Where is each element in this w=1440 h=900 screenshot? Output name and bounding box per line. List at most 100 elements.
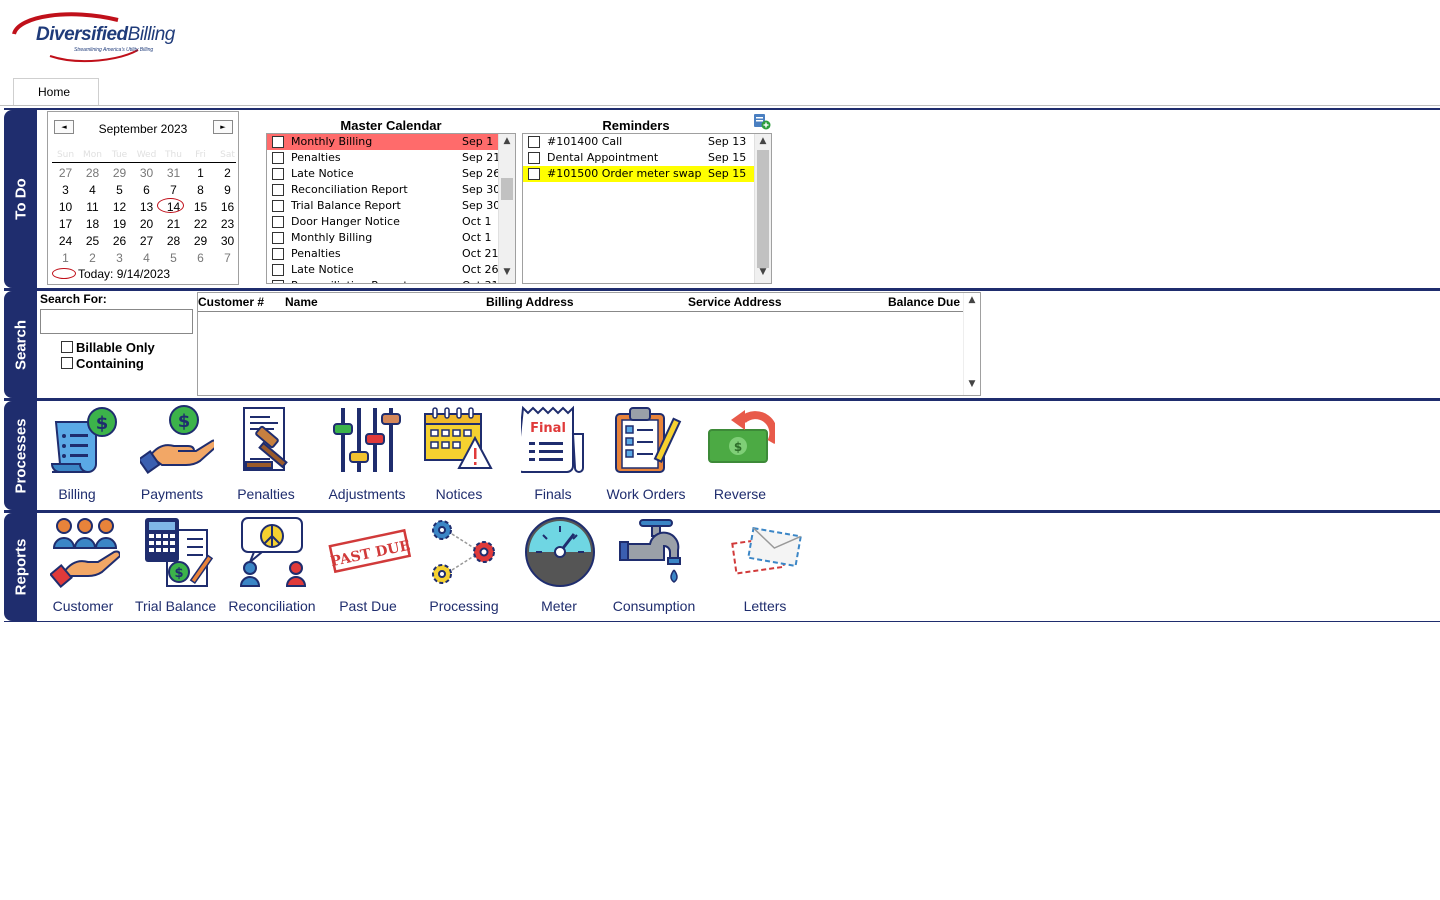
item-checkbox[interactable] — [272, 232, 284, 244]
item-checkbox[interactable] — [272, 216, 284, 228]
calendar-day[interactable]: 27 — [52, 166, 79, 180]
containing-checkbox[interactable]: Containing — [61, 356, 144, 371]
billable-only-checkbox[interactable]: Billable Only — [61, 340, 155, 355]
calendar-day[interactable]: 7 — [160, 183, 187, 197]
calendar-day[interactable]: 26 — [106, 234, 133, 248]
results-scrollbar[interactable]: ▲ ▼ — [963, 293, 980, 395]
notices-button[interactable]: Notices — [424, 404, 493, 504]
calendar-day[interactable]: 16 — [214, 200, 241, 214]
add-reminder-icon[interactable] — [753, 113, 771, 130]
item-checkbox[interactable] — [272, 168, 284, 180]
search-input[interactable] — [40, 309, 193, 334]
item-checkbox[interactable] — [272, 280, 284, 283]
checkbox-box[interactable] — [61, 357, 73, 369]
item-checkbox[interactable] — [528, 168, 540, 180]
calendar-day[interactable]: 31 — [160, 166, 187, 180]
reminder-item[interactable]: Dental Appointment Sep 15 — [523, 150, 755, 166]
reminders-scrollbar[interactable]: ▲ ▼ — [754, 134, 771, 283]
calendar-day[interactable]: 20 — [133, 217, 160, 231]
item-checkbox[interactable] — [272, 248, 284, 260]
column-header-service-address[interactable]: Service Address — [688, 295, 782, 309]
checkbox-box[interactable] — [61, 341, 73, 353]
reconciliation-button[interactable]: Reconciliation — [228, 516, 320, 616]
calendar-day[interactable]: 18 — [79, 217, 106, 231]
column-header-billing-address[interactable]: Billing Address — [486, 295, 574, 309]
calendar-day[interactable]: 8 — [187, 183, 214, 197]
reminder-item[interactable]: #101400 Call Sep 13 — [523, 134, 755, 150]
column-header-customer-number[interactable]: Customer # — [198, 295, 264, 309]
master-calendar-item[interactable]: Penalties Oct 21 — [267, 246, 499, 262]
calendar-day[interactable]: 22 — [187, 217, 214, 231]
calendar-day[interactable]: 3 — [52, 183, 79, 197]
customer-button[interactable]: Customer — [50, 516, 120, 616]
item-checkbox[interactable] — [272, 184, 284, 196]
item-checkbox[interactable] — [528, 152, 540, 164]
scroll-down-icon[interactable]: ▼ — [964, 379, 980, 393]
processing-button[interactable]: Processing — [428, 516, 500, 616]
calendar-day[interactable]: 24 — [52, 234, 79, 248]
scroll-up-icon[interactable]: ▲ — [499, 136, 515, 150]
billing-button[interactable]: $ Billing — [46, 404, 117, 504]
payments-button[interactable]: $ Payments — [140, 404, 214, 504]
calendar-day[interactable]: 21 — [160, 217, 187, 231]
calendar-day[interactable]: 5 — [106, 183, 133, 197]
calendar-day[interactable]: 28 — [79, 166, 106, 180]
penalties-button[interactable]: Penalties — [236, 404, 296, 504]
calendar-day[interactable]: 3 — [106, 251, 133, 265]
master-calendar-item[interactable]: Door Hanger Notice Oct 1 — [267, 214, 499, 230]
calendar-day[interactable]: 10 — [52, 200, 79, 214]
calendar-day[interactable]: 6 — [133, 183, 160, 197]
calendar-day[interactable]: 28 — [160, 234, 187, 248]
scroll-down-icon[interactable]: ▼ — [755, 267, 771, 281]
calendar-day[interactable]: 12 — [106, 200, 133, 214]
calendar-today-link[interactable]: Today: 9/14/2023 — [52, 267, 170, 281]
column-header-balance-due[interactable]: Balance Due — [888, 295, 960, 309]
reverse-button[interactable]: $ Reverse — [708, 404, 775, 504]
consumption-button[interactable]: Consumption — [612, 516, 696, 616]
master-calendar-item[interactable]: Reconciliation Report Sep 30 — [267, 182, 500, 198]
calendar-day[interactable]: 19 — [106, 217, 133, 231]
master-calendar-scrollbar[interactable]: ▲ ▼ — [498, 134, 515, 283]
calendar-day[interactable]: 23 — [214, 217, 241, 231]
scroll-thumb[interactable] — [501, 178, 513, 200]
calendar-day[interactable]: 30 — [133, 166, 160, 180]
calendar-day[interactable]: 4 — [79, 183, 106, 197]
finals-button[interactable]: Final Finals — [521, 404, 584, 504]
calendar-day[interactable]: 29 — [187, 234, 214, 248]
master-calendar-item[interactable]: Penalties Sep 21 — [267, 150, 500, 166]
calendar-day[interactable]: 29 — [106, 166, 133, 180]
master-calendar-item[interactable]: Monthly Billing Oct 1 — [267, 230, 499, 246]
master-calendar-item[interactable]: Late Notice Oct 26 — [267, 262, 499, 278]
master-calendar-item[interactable]: Monthly Billing Sep 1 — [267, 134, 498, 150]
calendar-day[interactable]: 11 — [79, 200, 106, 214]
calendar-day[interactable]: 27 — [133, 234, 160, 248]
calendar-day[interactable]: 17 — [52, 217, 79, 231]
item-checkbox[interactable] — [272, 152, 284, 164]
reminder-item[interactable]: #101500 Order meter swap Sep 15 — [523, 166, 754, 182]
calendar-day[interactable]: 7 — [214, 251, 241, 265]
item-checkbox[interactable] — [272, 200, 284, 212]
scroll-thumb[interactable] — [757, 150, 769, 268]
item-checkbox[interactable] — [528, 136, 540, 148]
calendar-day[interactable]: 15 — [187, 200, 214, 214]
calendar-day[interactable]: 6 — [187, 251, 214, 265]
letters-button[interactable]: Letters — [731, 516, 802, 616]
calendar-day[interactable]: 1 — [187, 166, 214, 180]
calendar-day[interactable]: 5 — [160, 251, 187, 265]
calendar-day[interactable]: 4 — [133, 251, 160, 265]
trial-balance-button[interactable]: $ Trial Balance — [135, 516, 225, 616]
calendar-day[interactable]: 9 — [214, 183, 241, 197]
past-due-button[interactable]: PAST DUE Past Due — [328, 516, 412, 616]
adjustments-button[interactable]: Adjustments — [327, 404, 407, 504]
work-orders-button[interactable]: Work Orders — [604, 404, 688, 504]
master-calendar-item[interactable]: Reconciliation Report Oct 31 — [267, 278, 499, 283]
calendar-day[interactable]: 2 — [79, 251, 106, 265]
calendar-day[interactable]: 1 — [52, 251, 79, 265]
master-calendar-item[interactable]: Trial Balance Report Sep 30 — [267, 198, 500, 214]
meter-button[interactable]: Meter — [524, 516, 595, 616]
scroll-up-icon[interactable]: ▲ — [964, 295, 980, 309]
item-checkbox[interactable] — [272, 136, 284, 148]
master-calendar-item[interactable]: Late Notice Sep 26 — [267, 166, 500, 182]
calendar-next-button[interactable]: ► — [213, 120, 233, 134]
calendar-day[interactable]: 25 — [79, 234, 106, 248]
